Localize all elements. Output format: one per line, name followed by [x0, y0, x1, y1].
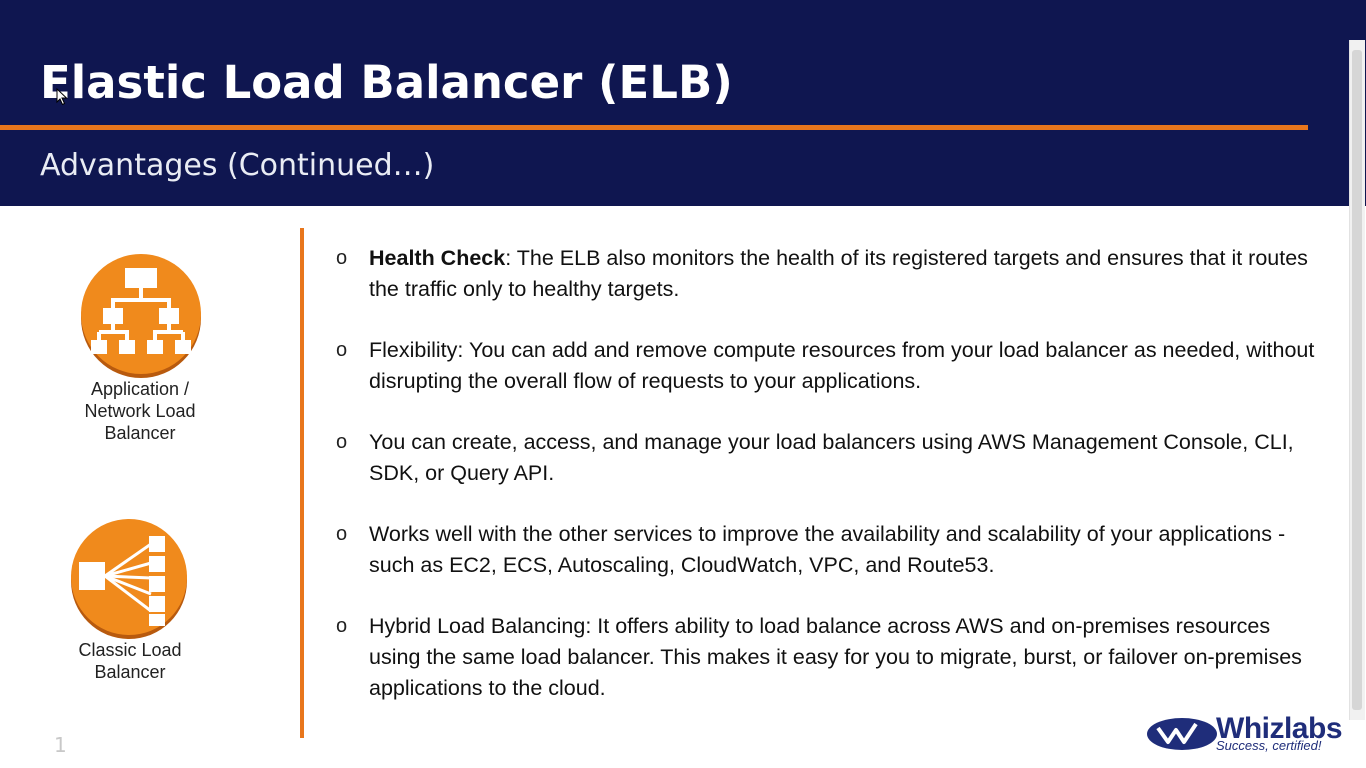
scrollbar-thumb[interactable] [1352, 50, 1362, 710]
bullet-marker: o [336, 339, 348, 361]
logo-tagline: Success, certified! [1216, 738, 1322, 753]
application-load-balancer-icon [81, 254, 201, 378]
list-item: o Flexibility: You can add and remove co… [336, 335, 1326, 397]
list-item: o Works well with the other services to … [336, 519, 1326, 581]
sidebar-label-line: Classic Load [78, 640, 182, 660]
page-number: 1 [54, 733, 67, 757]
bullet-marker: o [336, 431, 348, 453]
bullet-marker: o [336, 615, 348, 637]
bullet-marker: o [336, 247, 348, 269]
vertical-scrollbar[interactable] [1349, 40, 1365, 720]
bullet-marker: o [336, 523, 348, 545]
bullet-text: You can create, access, and manage your … [369, 430, 1294, 485]
bullet-text: Flexibility: You can add and remove comp… [369, 338, 1315, 393]
sidebar-label-line: Application / [90, 379, 190, 399]
list-item: o Hybrid Load Balancing: It offers abili… [336, 611, 1326, 704]
sidebar-item-application-network-load-balancer: Application / Network Load Balancer [60, 378, 220, 444]
advantages-list: o Health Check: The ELB also monitors th… [336, 243, 1326, 734]
sidebar-label-line: Balancer [94, 662, 166, 682]
bullet-bold-term: Health Check [369, 246, 506, 270]
slide-header: Elastic Load Balancer (ELB) Advantages (… [0, 0, 1366, 206]
sidebar-label-line: Network Load [84, 401, 196, 421]
list-item: o Health Check: The ELB also monitors th… [336, 243, 1326, 305]
vertical-divider [300, 228, 304, 738]
bullet-text: : The ELB also monitors the health of it… [369, 246, 1308, 301]
bullet-text: Works well with the other services to im… [369, 522, 1286, 577]
title-underline [0, 125, 1308, 130]
sidebar-label-line: Balancer [104, 423, 176, 443]
mouse-cursor-icon [56, 88, 68, 106]
bullet-text: Hybrid Load Balancing: It offers ability… [369, 614, 1302, 700]
classic-load-balancer-icon [71, 519, 187, 639]
whizlabs-logo: Whizlabs Success, certified! [1146, 712, 1346, 756]
page-title: Elastic Load Balancer (ELB) [40, 56, 733, 109]
page-subtitle: Advantages (Continued…) [40, 148, 435, 183]
list-item: o You can create, access, and manage you… [336, 427, 1326, 489]
sidebar-item-classic-load-balancer: Classic Load Balancer [50, 639, 210, 683]
whizlabs-logo-icon [1147, 718, 1217, 750]
